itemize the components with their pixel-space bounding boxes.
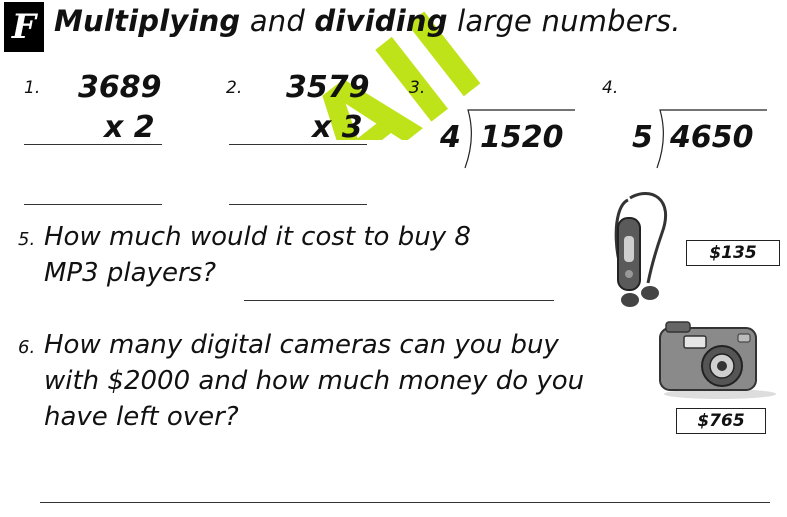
title-word-dividing: dividing <box>314 4 448 38</box>
problem-1-divider <box>24 144 162 145</box>
problem-3-dividend: 1520 <box>480 120 564 155</box>
camera-icon <box>659 321 776 399</box>
problem-3-number: 3. <box>409 78 426 98</box>
question-6-line-1: How many digital cameras can you buy <box>44 330 559 360</box>
title-word-multiplying: Multiplying <box>54 4 241 38</box>
title-word-and: and <box>249 4 305 38</box>
problem-1-number: 1. <box>24 78 41 98</box>
problem-2-answer-line <box>229 204 367 205</box>
problem-4-divisor: 5 <box>632 120 653 155</box>
problem-2-number: 2. <box>226 78 243 98</box>
question-5-number: 5. <box>18 229 36 250</box>
question-5-line-1: How much would it cost to buy 8 <box>44 222 471 252</box>
question-6-line-2: with $2000 and how much money do you <box>44 366 585 396</box>
problem-3-divisor: 4 <box>440 120 461 155</box>
problem-4-number: 4. <box>602 78 619 98</box>
question-6-number: 6. <box>18 337 36 358</box>
question-6-answer-line <box>40 502 770 503</box>
question-6-line-3: have left over? <box>44 402 239 432</box>
section-badge: F <box>4 2 44 52</box>
mp3-player-icon <box>614 192 668 307</box>
camera-price-tag: $765 <box>676 408 766 434</box>
title-word-large-numbers: large numbers. <box>457 4 681 38</box>
problem-1-answer-line <box>24 204 162 205</box>
problem-4-dividend: 4650 <box>670 120 754 155</box>
problem-1-operand: 3689 <box>78 70 162 105</box>
mp3-price-tag: $135 <box>686 240 780 266</box>
question-5-answer-line <box>244 300 554 301</box>
problem-1-multiplier: x 2 <box>104 110 155 145</box>
problem-2-operand: 3579 <box>286 70 370 105</box>
problem-2-multiplier: x 3 <box>312 110 363 145</box>
page-title: Multiplying and dividing large numbers. <box>54 4 681 38</box>
problem-2-divider <box>229 144 367 145</box>
question-5-line-2: MP3 players? <box>44 258 216 288</box>
